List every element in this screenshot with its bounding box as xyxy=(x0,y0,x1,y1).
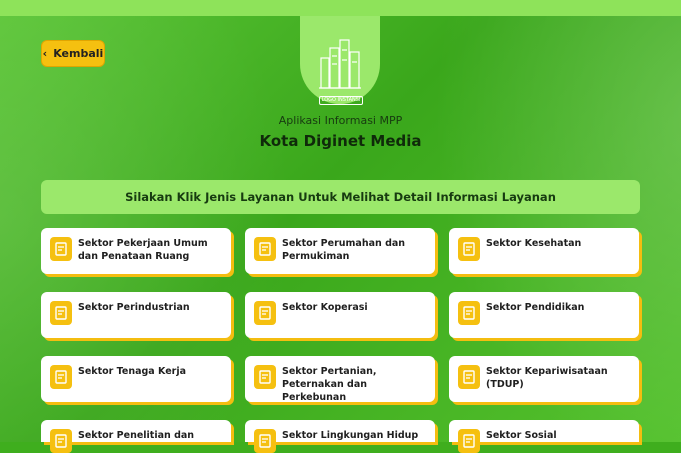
sector-label: Sektor Kesehatan xyxy=(486,238,582,249)
chevron-left-icon: ‹ xyxy=(42,47,48,60)
city-buildings-icon xyxy=(319,39,361,89)
page-title: Kota Diginet Media xyxy=(259,132,422,150)
document-icon xyxy=(458,237,480,261)
sector-card[interactable]: Sektor Pendidikan xyxy=(449,292,639,338)
instruction-banner: Silakan Klik Jenis Layanan Untuk Melihat… xyxy=(41,180,640,214)
sector-label: Sektor Koperasi xyxy=(282,302,368,313)
sector-label: Sektor Perindustrian xyxy=(78,302,190,313)
sector-card[interactable]: Sektor Pekerjaan Umum dan Penataan Ruang xyxy=(41,228,231,274)
logo-tab: LOGO INSTANSI xyxy=(300,16,380,105)
document-icon xyxy=(458,365,480,389)
sector-card[interactable]: Sektor Kepariwisataan (TDUP) xyxy=(449,356,639,402)
document-icon xyxy=(50,301,72,325)
sector-label: Sektor Pekerjaan Umum dan Penataan Ruang xyxy=(78,238,208,262)
document-icon xyxy=(50,365,72,389)
sector-card[interactable]: Sektor Sosial xyxy=(449,420,639,453)
sector-label: Sektor Lingkungan Hidup xyxy=(282,430,419,441)
top-bar xyxy=(0,0,681,16)
document-icon xyxy=(458,429,480,453)
sector-label: Sektor Kepariwisataan (TDUP) xyxy=(486,366,608,390)
sector-card[interactable]: Sektor Tenaga Kerja xyxy=(41,356,231,402)
app-subtitle: Aplikasi Informasi MPP xyxy=(278,114,403,127)
back-button[interactable]: ‹ Kembali xyxy=(41,40,105,67)
logo-text: LOGO INSTANSI xyxy=(319,96,363,105)
sector-label: Sektor Perumahan dan Permukiman xyxy=(282,238,406,262)
sector-card[interactable]: Sektor Perumahan dan Permukiman xyxy=(245,228,435,274)
document-icon xyxy=(254,301,276,325)
document-icon xyxy=(50,429,72,453)
logo: LOGO INSTANSI xyxy=(317,32,363,105)
sector-card[interactable]: Sektor Lingkungan Hidup xyxy=(245,420,435,453)
document-icon xyxy=(50,237,72,261)
document-icon xyxy=(458,301,480,325)
sector-card[interactable]: Sektor Pertanian, Peternakan dan Perkebu… xyxy=(245,356,435,403)
document-icon xyxy=(254,365,276,389)
sector-label: Sektor Tenaga Kerja xyxy=(78,366,187,377)
document-icon xyxy=(254,237,276,261)
sector-label: Sektor Pertanian, Peternakan dan Perkebu… xyxy=(282,366,377,403)
sector-label: Sektor Penelitian dan xyxy=(78,430,195,441)
instruction-text: Silakan Klik Jenis Layanan Untuk Melihat… xyxy=(125,190,556,204)
document-icon xyxy=(254,429,276,453)
sector-card[interactable]: Sektor Koperasi xyxy=(245,292,435,338)
sector-card[interactable]: Sektor Kesehatan xyxy=(449,228,639,274)
sector-label: Sektor Pendidikan xyxy=(486,302,585,313)
sector-label: Sektor Sosial xyxy=(486,430,557,441)
sector-card[interactable]: Sektor Penelitian dan xyxy=(41,420,231,453)
back-button-label: Kembali xyxy=(53,47,104,60)
sector-card[interactable]: Sektor Perindustrian xyxy=(41,292,231,338)
